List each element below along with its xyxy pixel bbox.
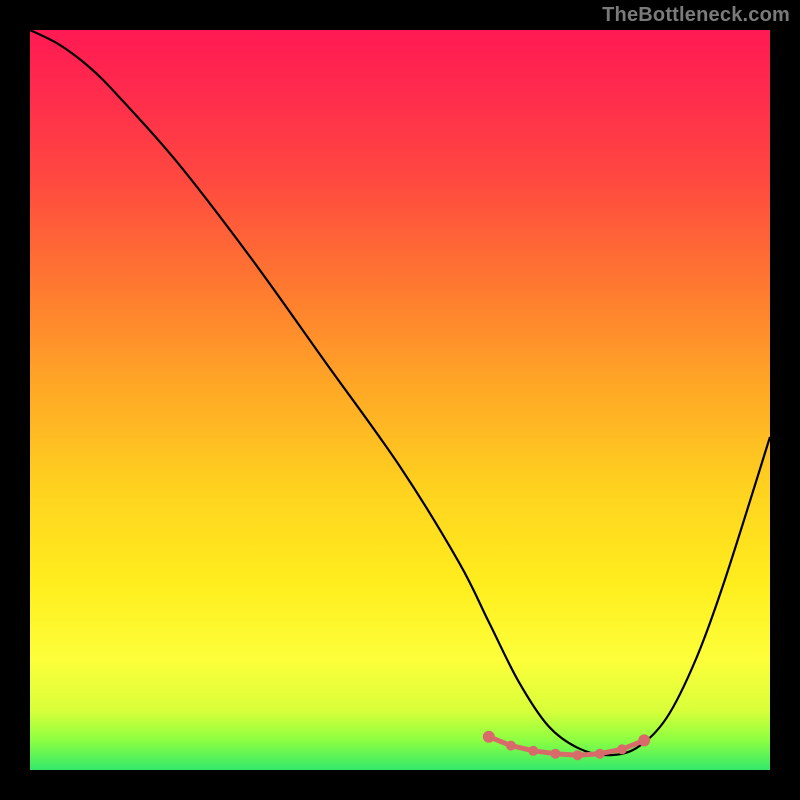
highlight-dot: [595, 749, 605, 759]
highlight-dot: [550, 749, 560, 759]
highlight-markers-group: [483, 731, 650, 761]
highlight-dot: [617, 744, 627, 754]
highlight-dot: [483, 731, 495, 743]
highlight-dot: [573, 750, 583, 760]
watermark-text: TheBottleneck.com: [602, 4, 790, 27]
highlight-dot: [528, 746, 538, 756]
chart-stage: TheBottleneck.com: [0, 0, 800, 800]
gradient-plot-area: [30, 30, 770, 770]
highlight-dot: [506, 741, 516, 751]
highlight-dot: [638, 734, 650, 746]
curve-svg: [30, 30, 770, 770]
bottleneck-curve: [30, 30, 770, 755]
